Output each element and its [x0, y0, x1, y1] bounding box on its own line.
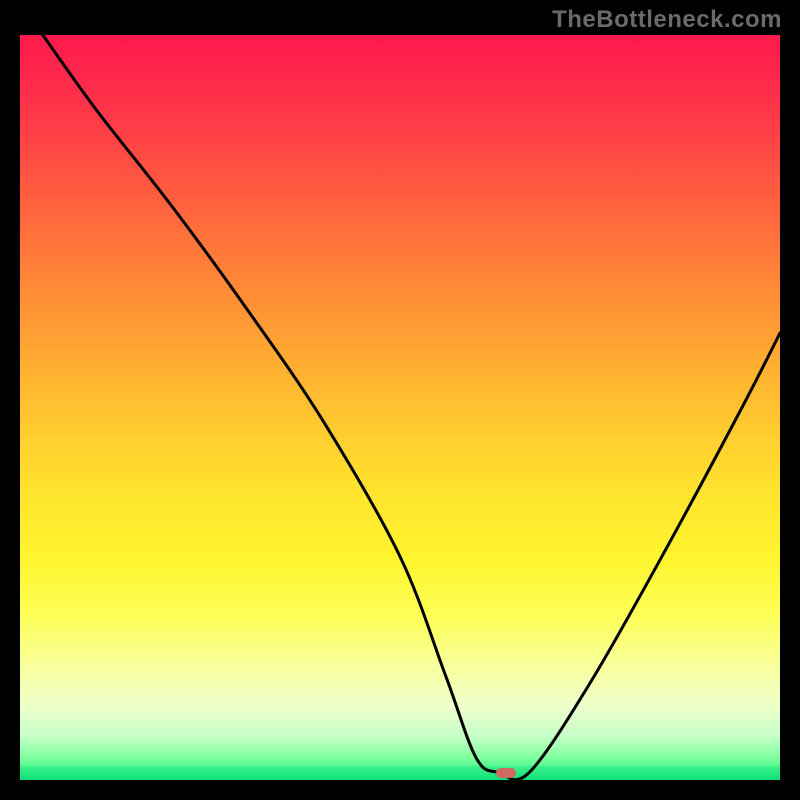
- optimum-marker: [496, 768, 516, 778]
- bottleneck-curve: [20, 35, 780, 780]
- chart-frame: TheBottleneck.com: [0, 0, 800, 800]
- plot-area: [20, 35, 780, 780]
- watermark-text: TheBottleneck.com: [552, 6, 782, 34]
